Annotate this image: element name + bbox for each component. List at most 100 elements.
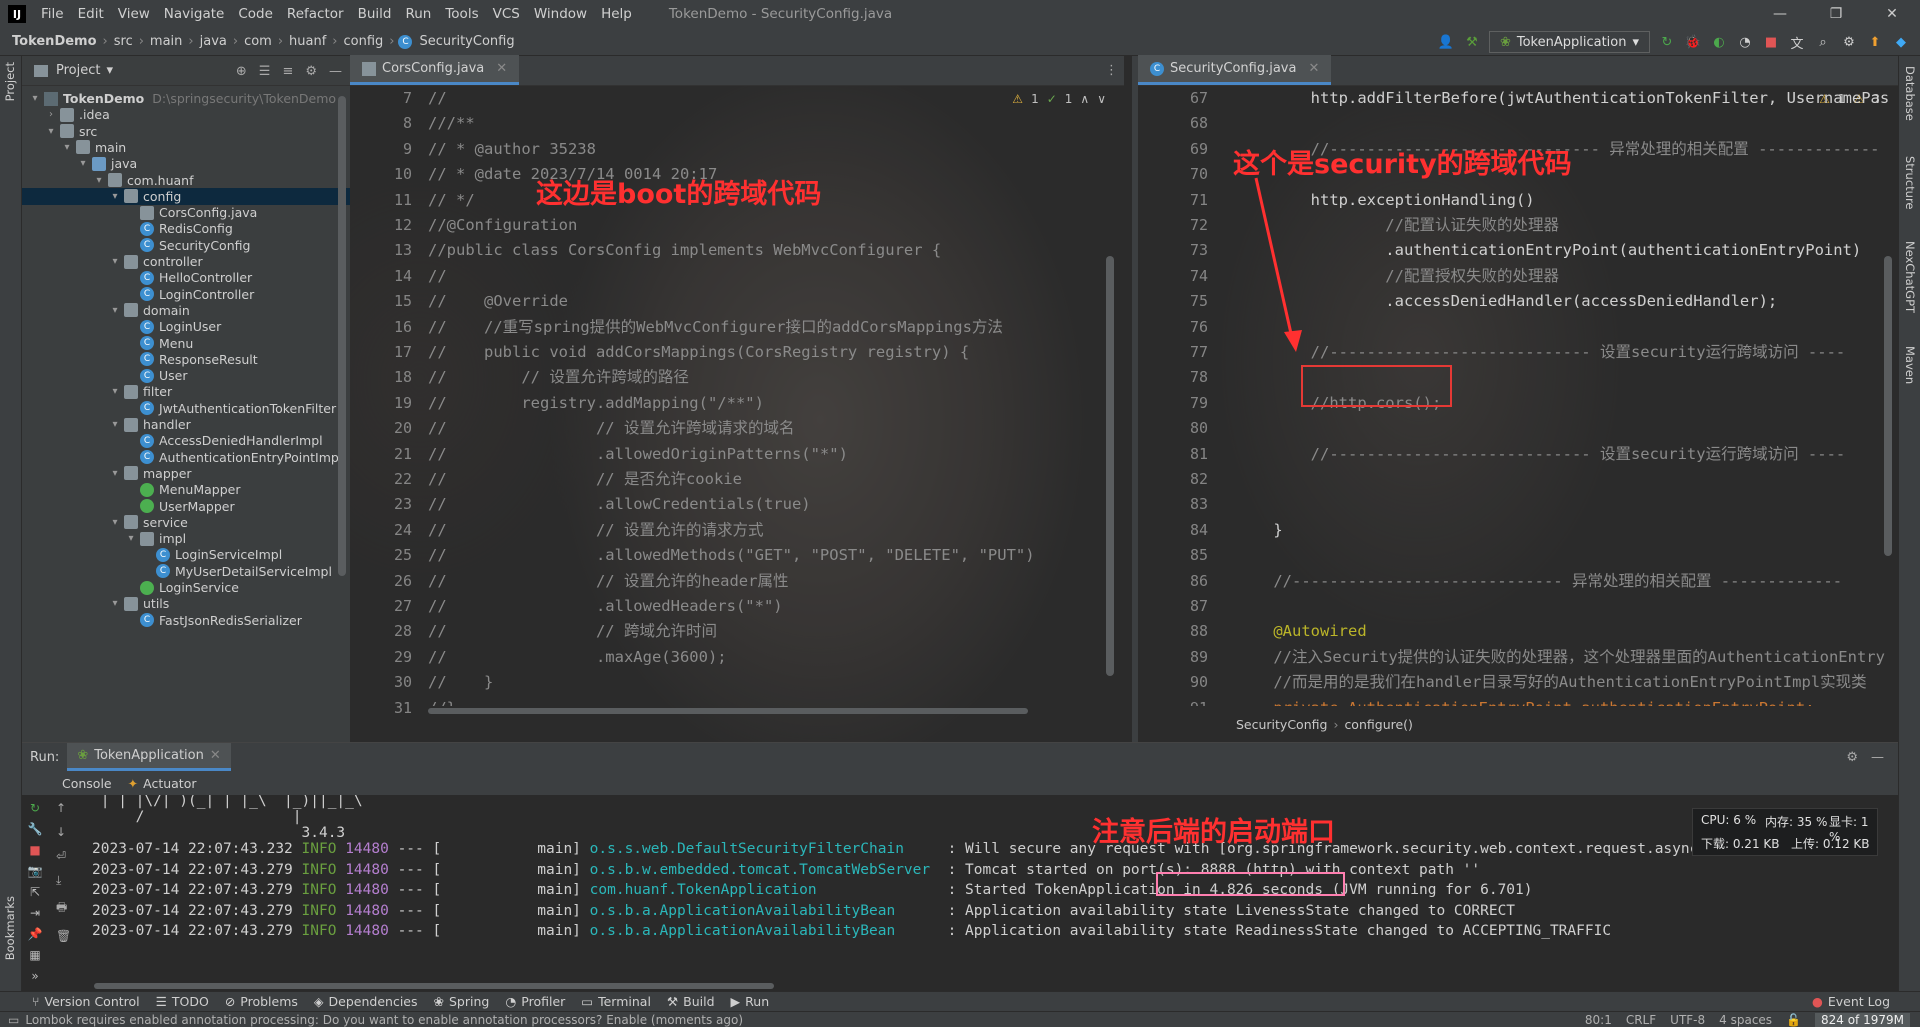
print-icon[interactable]: 🖶: [56, 898, 71, 919]
editor1-scrollbar[interactable]: [1106, 256, 1114, 676]
bookmarks-tool-tab[interactable]: Bookmarks: [3, 896, 17, 960]
tree-item[interactable]: ▾ com.huanf: [22, 172, 350, 189]
more-icon[interactable]: ⋮: [1105, 63, 1118, 78]
tree-item[interactable]: C AccessDeniedHandlerImpl: [22, 432, 350, 449]
tree-item[interactable]: ▾ filter: [22, 383, 350, 400]
event-log-button[interactable]: ● Event Log: [1812, 994, 1890, 1009]
translate-icon[interactable]: 文: [1788, 33, 1806, 52]
project-tool-tab[interactable]: Project: [3, 62, 17, 101]
rerun-icon[interactable]: ↻: [1658, 33, 1676, 51]
scroll-down-icon[interactable]: ↓: [56, 825, 71, 839]
tab-corsconfig[interactable]: CorsConfig.java ✕: [350, 55, 520, 85]
tree-expand-icon[interactable]: ▾: [108, 191, 122, 202]
tree-item[interactable]: C Menu: [22, 335, 350, 352]
tab-securityconfig[interactable]: C SecurityConfig.java ✕: [1138, 55, 1332, 85]
chevron-down-icon[interactable]: ▾: [106, 63, 113, 78]
expand-all-icon[interactable]: ☰: [259, 64, 271, 79]
search-icon[interactable]: ⌕: [1814, 33, 1832, 51]
menu-vcs[interactable]: VCS: [486, 6, 527, 22]
tree-expand-icon[interactable]: ▾: [108, 305, 122, 316]
tab-console[interactable]: Console: [62, 776, 112, 791]
menu-file[interactable]: File: [34, 6, 71, 22]
breadcrumb-class[interactable]: SecurityConfig: [1236, 717, 1327, 732]
indent-setting[interactable]: 4 spaces: [1719, 1013, 1772, 1027]
hide-icon[interactable]: —: [329, 64, 342, 79]
trash-icon[interactable]: 🗑: [56, 929, 71, 943]
update-icon[interactable]: ⬆: [1866, 33, 1884, 51]
tree-item[interactable]: C MyUserDetailServiceImpl: [22, 563, 350, 580]
menu-edit[interactable]: Edit: [71, 6, 111, 22]
tree-item[interactable]: CorsConfig.java: [22, 204, 350, 221]
breadcrumb-item[interactable]: java: [196, 34, 231, 49]
minimize-icon[interactable]: —: [1752, 0, 1808, 28]
caret-position[interactable]: 80:1: [1585, 1013, 1612, 1027]
project-panel-title[interactable]: Project: [56, 63, 100, 78]
tree-item[interactable]: C User: [22, 367, 350, 384]
hide-icon[interactable]: —: [1871, 750, 1884, 765]
tree-item[interactable]: C FastJsonRedisSerializer: [22, 612, 350, 629]
tree-item[interactable]: ▾ service: [22, 514, 350, 531]
scroll-up-icon[interactable]: ↑: [56, 801, 71, 815]
menu-window[interactable]: Window: [527, 6, 594, 22]
tree-item[interactable]: ▾ mapper: [22, 465, 350, 482]
structure-tool-tab[interactable]: Structure: [1903, 156, 1917, 210]
tree-item[interactable]: ▾ TokenDemo D:\springsecurity\TokenDemo: [22, 90, 350, 107]
exit-icon[interactable]: ⇥: [30, 906, 40, 920]
close-tab-icon[interactable]: ✕: [210, 748, 221, 763]
menu-navigate[interactable]: Navigate: [157, 6, 232, 22]
bottom-tab-profiler[interactable]: ◔ Profiler: [505, 994, 565, 1009]
close-tab-icon[interactable]: ✕: [496, 61, 507, 76]
tree-item[interactable]: C SecurityConfig: [22, 237, 350, 254]
close-tab-icon[interactable]: ✕: [1308, 61, 1319, 76]
bottom-tab-problems[interactable]: ⊘ Problems: [225, 994, 298, 1009]
nexchatgpt-tool-tab[interactable]: NexChatGPT: [1903, 241, 1917, 313]
tree-item[interactable]: ▾ impl: [22, 530, 350, 547]
tree-item[interactable]: › .idea: [22, 106, 350, 123]
restore-icon[interactable]: ❐: [1808, 0, 1864, 28]
scroll-end-icon[interactable]: ⤓: [56, 873, 71, 888]
breadcrumb-item[interactable]: SecurityConfig: [415, 34, 518, 49]
tree-item[interactable]: ▾ controller: [22, 253, 350, 270]
lock-icon[interactable]: 🔓: [1786, 1013, 1801, 1027]
tree-item[interactable]: C JwtAuthenticationTokenFilter: [22, 400, 350, 417]
bottom-tab-dependencies[interactable]: ◈ Dependencies: [314, 994, 418, 1009]
console-hscrollbar[interactable]: [94, 983, 774, 989]
bottom-tab-version-control[interactable]: ⑂ Version Control: [32, 994, 140, 1009]
stop-icon[interactable]: ■: [29, 843, 40, 857]
soft-wrap-icon[interactable]: ⏎: [56, 849, 71, 863]
editor2-scrollbar[interactable]: [1884, 256, 1892, 556]
gear-icon[interactable]: ⚙: [1846, 750, 1858, 765]
more-icon[interactable]: »: [31, 969, 38, 983]
project-scrollbar[interactable]: [338, 96, 346, 576]
profile-icon[interactable]: ◔: [1736, 33, 1754, 51]
settings-icon[interactable]: ⚙: [1840, 33, 1858, 51]
bottom-tab-todo[interactable]: ☰ TODO: [156, 994, 209, 1009]
menu-help[interactable]: Help: [594, 6, 639, 22]
menu-build[interactable]: Build: [351, 6, 399, 22]
bottom-tab-run[interactable]: ▶ Run: [731, 994, 770, 1009]
tree-item[interactable]: C LoginController: [22, 286, 350, 303]
tree-expand-icon[interactable]: ▾: [60, 142, 74, 153]
tree-expand-icon[interactable]: ›: [44, 109, 58, 120]
breadcrumb-item[interactable]: TokenDemo: [0, 34, 101, 49]
console-output[interactable]: | | |\/| )(_| | |_\ |_)||_|_\ / | 3.4.3 2…: [92, 795, 1898, 992]
menu-view[interactable]: View: [111, 6, 157, 22]
breadcrumb-item[interactable]: config: [340, 34, 388, 49]
collapse-all-icon[interactable]: ≡: [282, 64, 293, 79]
menu-code[interactable]: Code: [231, 6, 280, 22]
restore-layout-icon[interactable]: ⇱: [30, 885, 40, 899]
tree-item[interactable]: UserMapper: [22, 498, 350, 515]
tree-expand-icon[interactable]: ▾: [108, 598, 122, 609]
coverage-icon[interactable]: ◐: [1710, 33, 1728, 51]
tree-item[interactable]: ▾ src: [22, 123, 350, 140]
tree-expand-icon[interactable]: ▾: [76, 158, 90, 169]
tree-expand-icon[interactable]: ▾: [108, 468, 122, 479]
memory-indicator[interactable]: 824 of 1979M: [1815, 1013, 1910, 1027]
tree-expand-icon[interactable]: ▾: [92, 175, 106, 186]
camera-icon[interactable]: 📷: [28, 864, 43, 878]
tree-item[interactable]: ▾ utils: [22, 595, 350, 612]
tree-expand-icon[interactable]: ▾: [108, 517, 122, 528]
tree-item[interactable]: ▾ handler: [22, 416, 350, 433]
bottom-tab-build[interactable]: ⚒ Build: [667, 994, 715, 1009]
bottom-tab-terminal[interactable]: ▭ Terminal: [581, 994, 651, 1009]
